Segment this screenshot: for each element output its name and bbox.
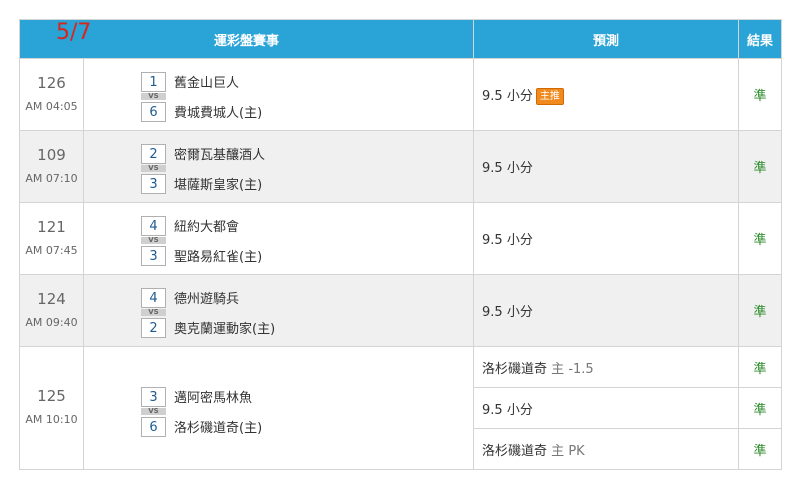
prediction-team: 洛杉磯道奇 <box>482 361 548 377</box>
result-cell: 準 <box>738 387 783 429</box>
result-cell: 準 <box>738 428 783 470</box>
vs-badge: VS <box>141 237 166 244</box>
home-team-name: 洛杉磯道奇(主) <box>174 421 263 436</box>
matchup-cell: 1 舊金山巨人 VS 6 費城費城人(主) <box>82 58 475 131</box>
away-team-number: 4 <box>141 215 166 236</box>
game-id-cell: 124 AM 09:40 <box>19 274 84 347</box>
away-team-name: 密爾瓦基釀酒人 <box>174 148 266 163</box>
away-team-number: 1 <box>141 71 166 92</box>
table-header-row: 5/7 運彩盤賽事 預測 結果 <box>18 19 783 59</box>
prediction-side: 主 <box>551 361 565 377</box>
home-team-name: 聖路易紅雀(主) <box>174 250 263 265</box>
away-team-number: 4 <box>141 287 166 308</box>
matchup-cell: 3 邁阿密馬林魚 VS 6 洛杉磯道奇(主) <box>82 346 475 470</box>
result-cell: 準 <box>738 274 783 347</box>
game-row-124: 124 AM 09:40 4 德州遊騎兵 VS 2 奧克蘭運動家(主) 9.5 小分… <box>19 274 783 347</box>
recommend-tag: 主推 <box>535 87 564 105</box>
prediction-header: 預測 <box>473 19 740 59</box>
prediction-cell: 9.5 小分 主推 <box>473 58 740 131</box>
game-row-126: 126 AM 04:05 1 舊金山巨人 VS 6 費城費城人(主) 9.5 小分主… <box>19 58 783 131</box>
game-id-cell: 125 AM 10:10 <box>19 346 84 470</box>
vs-badge: VS <box>141 165 166 172</box>
prediction-line: -1.5 <box>568 361 594 377</box>
game-time: AM 10:10 <box>25 413 78 426</box>
away-team-number: 2 <box>141 143 166 164</box>
prediction-cell: 洛杉磯道奇 主 PK <box>473 428 740 470</box>
prediction-cell: 9.5 小分 <box>473 274 740 347</box>
home-team-name: 奧克蘭運動家(主) <box>174 322 276 337</box>
home-team-number: 2 <box>141 317 166 338</box>
away-team-name: 邁阿密馬林魚 <box>174 391 253 406</box>
game-row-125: 125 AM 10:10 3 邁阿密馬林魚 VS 6 洛杉磯道奇(主) 洛杉磯道奇 … <box>19 346 783 470</box>
home-team-name: 費城費城人(主) <box>174 106 263 121</box>
vs-badge: VS <box>141 408 166 415</box>
game-id: 124 <box>37 289 66 308</box>
result-cell: 準 <box>738 130 783 203</box>
result-cell: 準 <box>738 58 783 131</box>
home-team-number: 3 <box>141 173 166 194</box>
away-team-name: 德州遊騎兵 <box>174 292 240 307</box>
prediction-side: 主 <box>551 443 565 459</box>
matchup-cell: 2 密爾瓦基釀酒人 VS 3 堪薩斯皇家(主) <box>82 130 475 203</box>
away-team-name: 紐約大都會 <box>174 220 240 235</box>
date-label: 5/7 <box>56 20 92 45</box>
match-header: 5/7 運彩盤賽事 <box>18 19 475 59</box>
game-time: AM 07:10 <box>25 171 78 185</box>
game-time: AM 04:05 <box>25 99 78 113</box>
prediction-cell: 9.5 小分 <box>473 387 740 429</box>
prediction-text: 9.5 小分 <box>482 88 533 104</box>
result-cell: 準 <box>738 346 783 388</box>
matchup-cell: 4 德州遊騎兵 VS 2 奧克蘭運動家(主) <box>82 274 475 347</box>
away-team-number: 3 <box>141 386 166 407</box>
match-header-label: 運彩盤賽事 <box>214 33 280 49</box>
result-header: 結果 <box>738 19 783 59</box>
game-id-cell: 121 AM 07:45 <box>19 202 84 275</box>
away-team-name: 舊金山巨人 <box>174 76 240 91</box>
prediction-cell: 9.5 小分 <box>473 202 740 275</box>
vs-badge: VS <box>141 309 166 316</box>
result-cell: 準 <box>738 202 783 275</box>
game-id: 126 <box>37 73 66 92</box>
home-team-number: 6 <box>141 101 166 122</box>
game-id-cell: 126 AM 04:05 <box>19 58 84 131</box>
game-id: 125 <box>37 387 66 405</box>
game-time: AM 07:45 <box>25 243 78 257</box>
home-team-number: 3 <box>141 245 166 266</box>
vs-badge: VS <box>141 93 166 100</box>
predictions-table: 5/7 運彩盤賽事 預測 結果 126 AM 04:05 1 舊金山巨人 VS 6… <box>18 19 783 470</box>
predictions-table-frame: 5/7 運彩盤賽事 預測 結果 126 AM 04:05 1 舊金山巨人 VS 6… <box>18 19 783 470</box>
home-team-number: 6 <box>141 416 166 437</box>
game-row-109: 109 AM 07:10 2 密爾瓦基釀酒人 VS 3 堪薩斯皇家(主) 9.5 小… <box>19 130 783 203</box>
prediction-team: 洛杉磯道奇 <box>482 443 548 459</box>
matchup-cell: 4 紐約大都會 VS 3 聖路易紅雀(主) <box>82 202 475 275</box>
prediction-line: PK <box>568 443 585 459</box>
game-id: 121 <box>37 217 66 236</box>
prediction-cell: 洛杉磯道奇 主 -1.5 <box>473 346 740 388</box>
game-id: 109 <box>37 145 66 164</box>
game-row-121: 121 AM 07:45 4 紐約大都會 VS 3 聖路易紅雀(主) 9.5 小分 … <box>19 202 783 275</box>
prediction-cell: 9.5 小分 <box>473 130 740 203</box>
game-id-cell: 109 AM 07:10 <box>19 130 84 203</box>
game-time: AM 09:40 <box>25 315 78 329</box>
home-team-name: 堪薩斯皇家(主) <box>174 178 263 193</box>
